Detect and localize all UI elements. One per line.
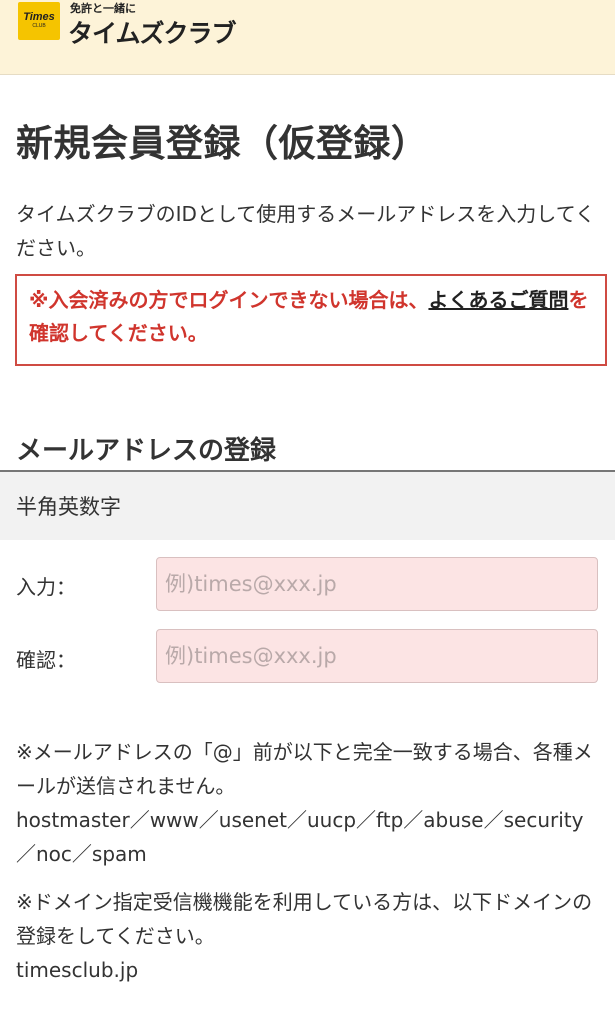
intro-text: タイムズクラブのIDとして使用するメールアドレスを入力してください。 bbox=[16, 202, 596, 260]
email-section-heading: メールアドレスの登録 bbox=[16, 436, 277, 466]
reserved-address-text: ※メールアドレスの「@」前が以下と完全一致する場合、各種メールが送信されません。 bbox=[16, 740, 593, 798]
logo-text: Times bbox=[23, 11, 55, 23]
input-type-subheader: 半角英数字 bbox=[0, 472, 615, 540]
logo-sub: CLUB bbox=[32, 23, 46, 29]
brand-name[interactable]: タイムズクラブ bbox=[68, 14, 237, 50]
email-input[interactable] bbox=[156, 557, 598, 611]
reserved-address-list: hostmaster／www／usenet／uucp／ftp／abuse／sec… bbox=[16, 808, 584, 866]
domain-name: timesclub.jp bbox=[16, 958, 139, 982]
reserved-address-note: ※メールアドレスの「@」前が以下と完全一致する場合、各種メールが送信されません。… bbox=[16, 735, 601, 871]
times-logo[interactable]: Times CLUB bbox=[18, 2, 60, 40]
faq-link[interactable]: よくあるご質問 bbox=[428, 288, 568, 312]
subheader-label: 半角英数字 bbox=[16, 495, 121, 519]
email-input-label: 入力： bbox=[16, 575, 76, 599]
domain-filter-text: ※ドメイン指定受信機機能を利用している方は、以下ドメインの登録をしてください。 bbox=[16, 890, 593, 948]
site-header: Times CLUB 免許と一緒に タイムズクラブ bbox=[0, 0, 615, 75]
email-confirm-input[interactable] bbox=[156, 629, 598, 683]
domain-filter-note: ※ドメイン指定受信機機能を利用している方は、以下ドメインの登録をしてください。 … bbox=[16, 885, 601, 987]
page-title: 新規会員登録（仮登録） bbox=[16, 122, 429, 165]
login-notice: ※入会済みの方でログインできない場合は、よくあるご質問を確認してください。 bbox=[15, 274, 607, 366]
notice-text-before: ※入会済みの方でログインできない場合は、 bbox=[29, 288, 429, 312]
email-confirm-label: 確認： bbox=[16, 648, 76, 672]
